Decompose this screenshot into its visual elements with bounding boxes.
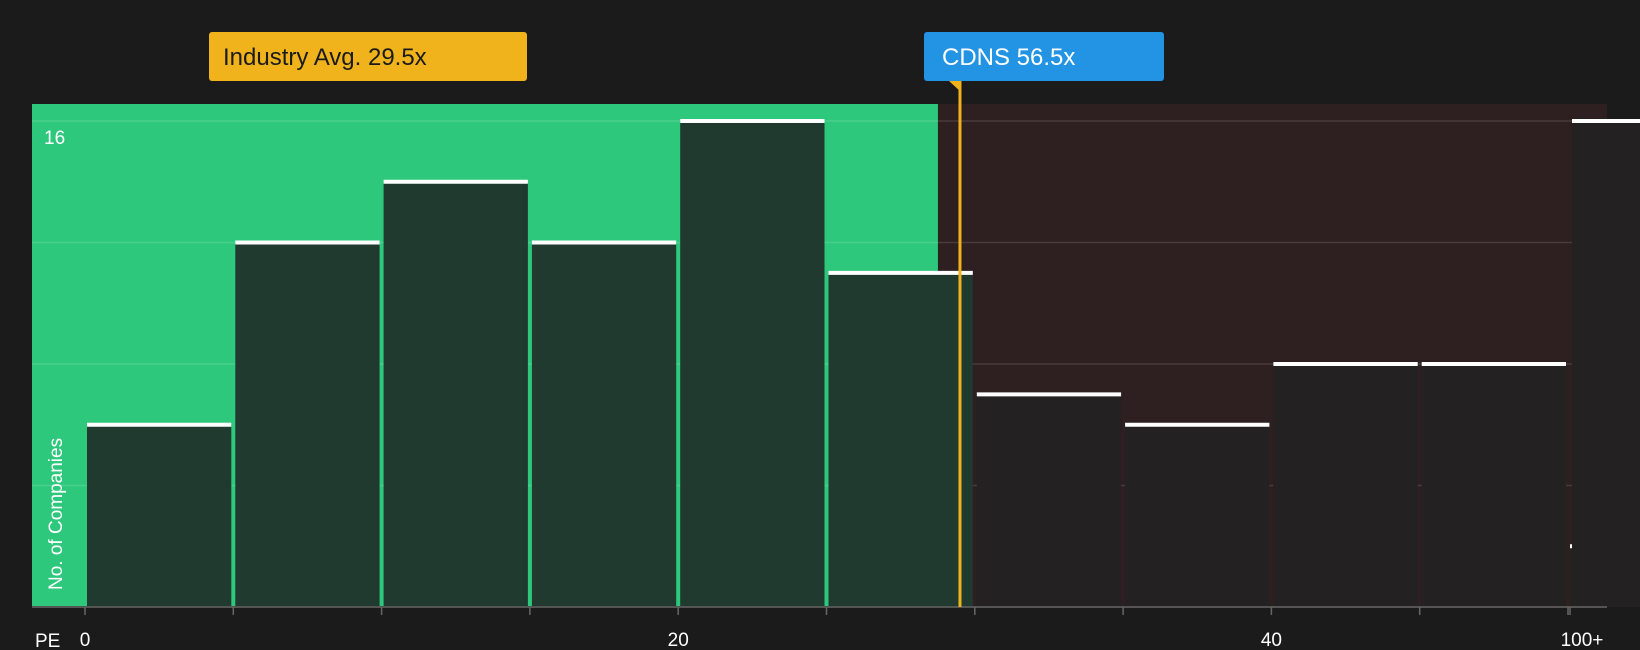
x-tick-label: 20 (668, 630, 689, 650)
histogram-bar (1125, 424, 1270, 607)
bar-top-cap (383, 179, 528, 184)
y-axis-label: No. of Companies (46, 438, 67, 590)
bar-top-cap (531, 240, 677, 245)
y-max-tick-label: 16 (44, 128, 65, 149)
histogram-bar (1273, 364, 1418, 607)
bar-top-cap (87, 422, 232, 427)
bar-top-cap (235, 240, 380, 245)
x-tick-label: 40 (1261, 630, 1282, 650)
bar-top-cap (1572, 119, 1640, 123)
histogram-bar (383, 181, 528, 607)
x-tick-label: 100+ (1561, 630, 1604, 650)
bar-top-cap (1421, 362, 1566, 366)
bar-top-cap (828, 270, 973, 275)
histogram-bar (828, 272, 973, 607)
histogram-bar (87, 424, 232, 607)
bar-top-cap (680, 119, 825, 123)
industry-average-label: Industry Avg. 29.5x (223, 44, 427, 71)
pe-distribution-chart: 020406080100+ Industry Avg. 29.5xCDNS 56… (0, 0, 1640, 650)
x-axis-label: PE (35, 631, 60, 650)
histogram-bar (680, 121, 825, 607)
histogram-bar (1421, 364, 1566, 607)
x-tick-label: 0 (80, 630, 91, 650)
bar-top-cap (1273, 362, 1418, 366)
histogram-bar (235, 242, 380, 607)
histogram-bar (1572, 121, 1640, 607)
bar-top-cap (976, 392, 1122, 397)
industry-average-line (958, 70, 962, 607)
histogram-bar (531, 242, 677, 607)
histogram-bar (976, 394, 1122, 607)
company-pe-label: CDNS 56.5x (942, 44, 1075, 71)
bar-top-cap (1125, 422, 1270, 427)
